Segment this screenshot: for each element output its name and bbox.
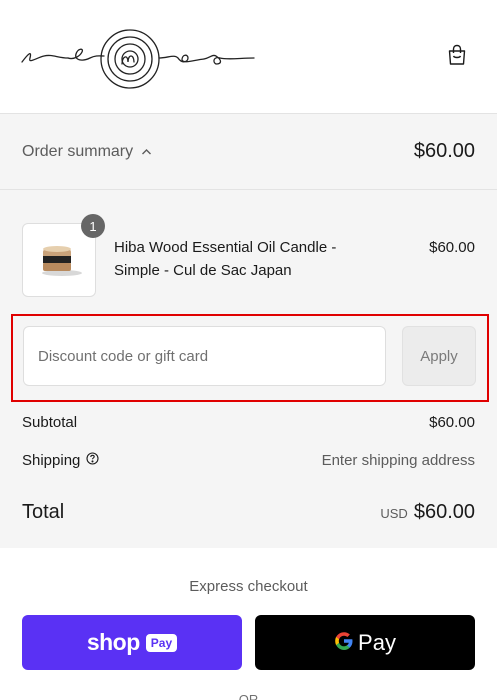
order-summary-label: Order summary [22, 142, 134, 160]
product-name: Hiba Wood Essential Oil Candle - Simple … [114, 239, 337, 279]
shipping-label: Shipping [22, 451, 81, 469]
discount-highlight: Apply [11, 314, 489, 402]
candle-image [42, 246, 82, 276]
express-checkout-title: Express checkout [189, 578, 308, 595]
total-amount: $60.00 [413, 500, 475, 523]
order-summary-toggle[interactable]: Order summary $60.00 [0, 114, 497, 190]
currency-code: USD [380, 505, 408, 521]
discount-code-input[interactable] [23, 326, 386, 386]
total-row: Total USD $60.00 [22, 497, 475, 527]
shop-pay-button[interactable]: shop Pay [22, 615, 242, 670]
subtotal-row: Subtotal $60.00 [22, 412, 475, 432]
google-pay-button[interactable]: Pay [255, 615, 475, 670]
total-amount-group: USD $60.00 [380, 501, 475, 524]
google-g-icon [334, 631, 354, 654]
order-summary-toggle-label-group: Order summary [22, 143, 152, 161]
shop-pay-wordmark: shop [86, 629, 140, 655]
shopping-bag-icon [447, 44, 467, 71]
google-pay-wordmark: Pay [358, 629, 396, 655]
line-item: 1 Hiba Wood Essential Oil Candle - Simpl… [22, 214, 475, 299]
cart-button[interactable] [440, 40, 474, 74]
order-summary: Order summary $60.00 1 Hiba Wood Essenti… [0, 114, 497, 548]
quantity-badge: 1 [81, 214, 105, 238]
shipping-value: Enter shipping address [321, 451, 475, 469]
total-label: Total [22, 500, 65, 523]
apply-discount-button[interactable]: Apply [402, 326, 476, 386]
order-summary-total: $60.00 [413, 140, 475, 162]
shipping-label-group: Shipping [22, 452, 99, 469]
help-circle-icon[interactable] [86, 451, 99, 469]
header [0, 0, 497, 114]
shop-pay-pill: Pay [145, 633, 178, 652]
subtotal-value: $60.00 [429, 413, 475, 431]
subtotal-label: Subtotal [22, 413, 78, 431]
shipping-row: Shipping Enter shipping address [22, 449, 475, 471]
product-price: $60.00 [429, 239, 475, 256]
chevron-up-icon [141, 143, 152, 161]
or-divider: OR [238, 692, 259, 700]
store-logo[interactable] [18, 18, 258, 100]
